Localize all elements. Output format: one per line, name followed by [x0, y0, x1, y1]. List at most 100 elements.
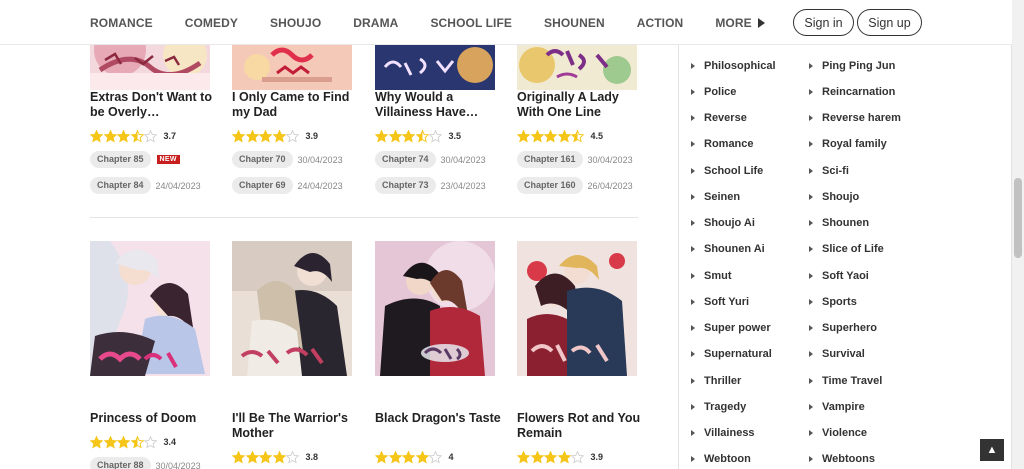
- scrollbar-thumb[interactable]: [1014, 178, 1022, 258]
- manga-title[interactable]: Flowers Rot and You Remain: [517, 411, 645, 441]
- genre-link-philosophical[interactable]: Philosophical: [691, 60, 776, 72]
- triangle-right-icon: [809, 404, 813, 410]
- cover-originally-a-lady[interactable]: [517, 45, 637, 90]
- genre-link-sci-fi[interactable]: Sci-fi: [809, 165, 849, 177]
- genre-link-shoujo[interactable]: Shoujo: [809, 191, 859, 203]
- genre-link-sports[interactable]: Sports: [809, 296, 857, 308]
- genre-link-royal-family[interactable]: Royal family: [809, 138, 887, 150]
- star-icon: [90, 129, 103, 143]
- star-icon: [517, 129, 530, 143]
- triangle-right-icon: [809, 273, 813, 279]
- genre-link-thriller[interactable]: Thriller: [691, 375, 741, 387]
- genre-link-soft-yuri[interactable]: Soft Yuri: [691, 296, 749, 308]
- cover-why-would-a-villainess[interactable]: [375, 45, 495, 90]
- cover-flowers-rot-and-you-remain[interactable]: [517, 241, 637, 376]
- star-icon: [557, 450, 571, 464]
- chapter-link[interactable]: Chapter 73: [375, 177, 436, 194]
- genre-link-romance[interactable]: Romance: [691, 138, 754, 150]
- nav-item-shoujo[interactable]: SHOUJO: [270, 16, 321, 30]
- genre-link-survival[interactable]: Survival: [809, 348, 865, 360]
- genre-link-shounen-ai[interactable]: Shounen Ai: [691, 243, 765, 255]
- genre-link-webtoons[interactable]: Webtoons: [809, 453, 875, 465]
- cover-extras-dont-want[interactable]: [90, 45, 210, 90]
- genre-link-violence[interactable]: Violence: [809, 427, 867, 439]
- genre-label: Philosophical: [704, 60, 776, 72]
- sign-in-button[interactable]: Sign in: [793, 9, 854, 36]
- star-icon: [130, 129, 144, 143]
- genre-link-soft-yaoi[interactable]: Soft Yaoi: [809, 270, 869, 282]
- genre-link-slice-of-life[interactable]: Slice of Life: [809, 243, 884, 255]
- cover-ill-be-the-warriors-mother[interactable]: [232, 241, 352, 376]
- manga-title[interactable]: I Only Came to Find my Dad: [232, 90, 360, 120]
- star-icon: [517, 450, 530, 464]
- star-icon: [232, 450, 245, 464]
- main-menu: ROMANCE COMEDY SHOUJO DRAMA SCHOOL LIFE …: [90, 0, 797, 45]
- chapter-link[interactable]: Chapter 84: [90, 177, 151, 194]
- triangle-right-icon: [809, 430, 813, 436]
- genre-link-vampire[interactable]: Vampire: [809, 401, 865, 413]
- nav-item-shounen[interactable]: SHOUNEN: [544, 16, 605, 30]
- genre-link-police[interactable]: Police: [691, 86, 736, 98]
- star-icon: [544, 450, 557, 464]
- manga-title[interactable]: Why Would a Villainess Have…: [375, 90, 503, 120]
- sign-up-button[interactable]: Sign up: [857, 9, 922, 36]
- genre-link-superhero[interactable]: Superhero: [809, 322, 877, 334]
- genre-link-reverse[interactable]: Reverse: [691, 112, 747, 124]
- cover-princess-of-doom[interactable]: [90, 241, 210, 376]
- genre-link-super-power[interactable]: Super power: [691, 322, 771, 334]
- cover-i-only-came-to-find-my-dad[interactable]: [232, 45, 352, 90]
- genre-link-villainess[interactable]: Villainess: [691, 427, 755, 439]
- nav-more-button[interactable]: MORE: [715, 16, 765, 30]
- genre-link-reverse-harem[interactable]: Reverse harem: [809, 112, 901, 124]
- star-icon: [571, 129, 584, 143]
- manga-title[interactable]: Extras Don't Want to be Overly…: [90, 90, 218, 120]
- chapter-link[interactable]: Chapter 70: [232, 151, 293, 168]
- genre-link-shoujo-ai[interactable]: Shoujo Ai: [691, 217, 755, 229]
- top-navigation: ROMANCE COMEDY SHOUJO DRAMA SCHOOL LIFE …: [0, 0, 1012, 45]
- genre-label: Slice of Life: [822, 243, 884, 255]
- genre-label: Villainess: [704, 427, 755, 439]
- star-icon: [103, 435, 117, 449]
- nav-item-drama[interactable]: DRAMA: [353, 16, 398, 30]
- chapter-link[interactable]: Chapter 74: [375, 151, 436, 168]
- star-icon: [232, 129, 245, 143]
- chapter-link[interactable]: Chapter 161: [517, 151, 583, 168]
- cover-black-dragons-taste[interactable]: [375, 241, 495, 376]
- triangle-right-icon: [691, 246, 695, 252]
- nav-item-action[interactable]: ACTION: [637, 16, 684, 30]
- nav-item-comedy[interactable]: COMEDY: [185, 16, 238, 30]
- genre-label: Violence: [822, 427, 868, 439]
- genre-link-tragedy[interactable]: Tragedy: [691, 401, 746, 413]
- star-icon: [286, 450, 299, 464]
- star-icon: [544, 129, 557, 143]
- rating: 3.9: [232, 129, 318, 143]
- manga-title[interactable]: I'll Be The Warrior's Mother: [232, 411, 360, 441]
- genre-link-time-travel[interactable]: Time Travel: [809, 375, 882, 387]
- arrow-up-icon: ▲: [986, 444, 998, 456]
- manga-title[interactable]: Originally A Lady With One Line: [517, 90, 645, 120]
- chapter-link[interactable]: Chapter 85: [90, 151, 151, 168]
- star-icon: [272, 450, 286, 464]
- triangle-right-icon: [691, 115, 695, 121]
- manga-title[interactable]: Princess of Doom: [90, 411, 218, 426]
- star-icon: [571, 450, 584, 464]
- genre-label: Shounen Ai: [704, 243, 765, 255]
- chapter-link[interactable]: Chapter 88: [90, 457, 151, 469]
- triangle-right-icon: [691, 141, 695, 147]
- chapter-link[interactable]: Chapter 160: [517, 177, 583, 194]
- genre-link-supernatural[interactable]: Supernatural: [691, 348, 772, 360]
- genre-link-webtoon[interactable]: Webtoon: [691, 453, 751, 465]
- chapter-link[interactable]: Chapter 69: [232, 177, 293, 194]
- genre-link-school-life[interactable]: School Life: [691, 165, 763, 177]
- genre-label: Survival: [822, 348, 865, 360]
- manga-title[interactable]: Black Dragon's Taste: [375, 411, 503, 426]
- back-to-top-button[interactable]: ▲: [980, 439, 1004, 461]
- genre-link-shounen[interactable]: Shounen: [809, 217, 869, 229]
- nav-item-romance[interactable]: ROMANCE: [90, 16, 153, 30]
- genre-link-smut[interactable]: Smut: [691, 270, 732, 282]
- genre-link-reincarnation[interactable]: Reincarnation: [809, 86, 895, 98]
- chapter-entry: Chapter 69 24/04/2023: [232, 177, 343, 194]
- genre-link-seinen[interactable]: Seinen: [691, 191, 740, 203]
- genre-link-ping-ping-jun[interactable]: Ping Ping Jun: [809, 60, 895, 72]
- nav-item-school-life[interactable]: SCHOOL LIFE: [430, 16, 512, 30]
